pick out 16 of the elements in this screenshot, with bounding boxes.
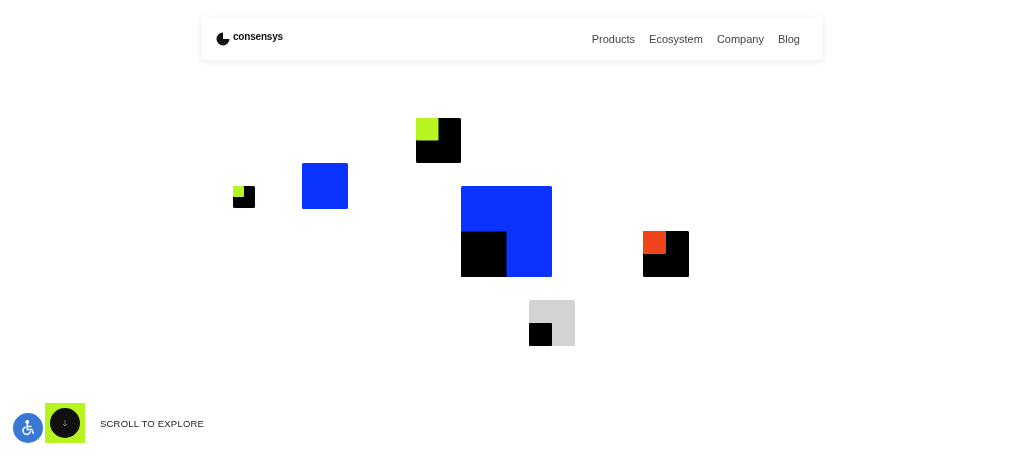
square-tile-drawing: [233, 186, 255, 208]
logo-text: consensys: [233, 31, 283, 42]
accessibility-button[interactable]: [13, 413, 43, 443]
nav-link[interactable]: Blog: [777, 32, 800, 45]
nav-link[interactable]: Company: [716, 32, 764, 45]
scroll-hint: SCROLL TO EXPLORE: [100, 417, 205, 429]
square-tile-drawing: [302, 163, 348, 209]
nav-link[interactable]: Products: [591, 32, 636, 45]
scroll-down-button[interactable]: [45, 403, 85, 443]
arrow-down-icon: [62, 419, 68, 427]
square-tile-drawing: [643, 231, 689, 277]
square-tile-drawing: [416, 118, 461, 163]
logo-icon: [216, 31, 230, 46]
square-tile-drawing: [529, 300, 575, 346]
wheelchair-icon: [19, 419, 37, 437]
nav-link[interactable]: Ecosystem: [649, 32, 703, 45]
